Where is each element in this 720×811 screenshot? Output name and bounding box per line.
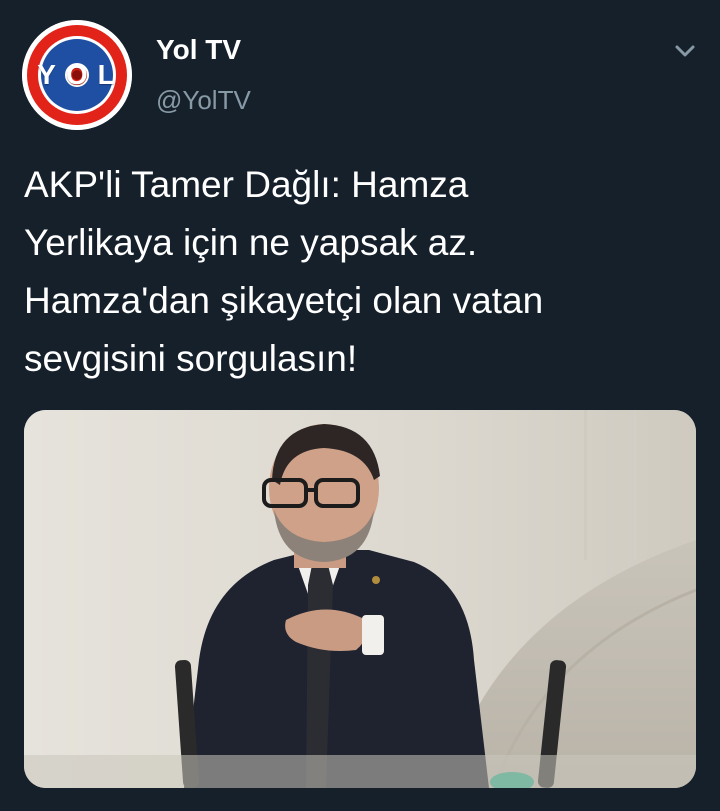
photo-speaker-at-podium	[24, 410, 696, 788]
avatar[interactable]: YOL	[22, 20, 132, 130]
avatar-logo-text: YOL	[22, 20, 132, 130]
tweet-text-line: Yerlikaya için ne yapsak az.	[24, 222, 478, 263]
tweet-text: AKP'li Tamer Dağlı: Hamza Yerlikaya için…	[24, 156, 694, 388]
handle[interactable]: @YolTV	[156, 84, 251, 116]
tweet-text-line: Hamza'dan şikayetçi olan vatan	[24, 280, 544, 321]
tweet-photo[interactable]	[24, 410, 696, 788]
tweet-text-line: AKP'li Tamer Dağlı: Hamza	[24, 164, 469, 205]
chevron-down-icon[interactable]	[668, 34, 702, 68]
display-name[interactable]: Yol TV	[156, 33, 241, 67]
logo-text: YOL	[37, 59, 125, 90]
tweet-text-line: sevgisini sorgulasın!	[24, 338, 358, 379]
tweet: YOL Yol TV @YolTV AKP'li Tamer Dağlı: Ha…	[0, 0, 720, 811]
